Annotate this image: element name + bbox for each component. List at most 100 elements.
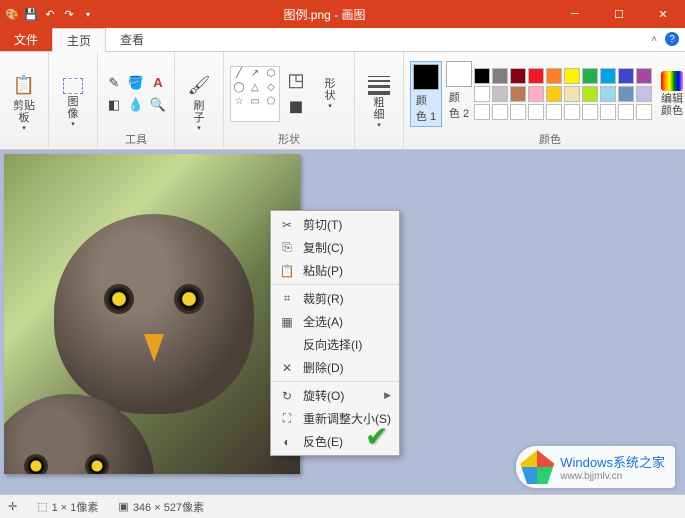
brushes-group: 🖌 刷 子 ▾ bbox=[175, 52, 224, 149]
palette-color[interactable] bbox=[582, 104, 598, 120]
menu-item-label: 删除(D) bbox=[303, 359, 344, 376]
text-icon[interactable]: A bbox=[148, 73, 168, 93]
canvas-size-icon: ▣ bbox=[118, 500, 128, 513]
context-menu-item[interactable]: 反向选择(I) bbox=[271, 333, 399, 356]
menu-item-label: 反向选择(I) bbox=[303, 336, 362, 353]
minimize-ribbon-icon[interactable]: ˄ bbox=[647, 32, 661, 46]
context-menu-item[interactable]: ✂ 剪切(T) bbox=[271, 213, 399, 236]
image-select-button[interactable]: 图 像 ▾ bbox=[55, 76, 91, 130]
undo-icon[interactable]: ↶ bbox=[42, 6, 58, 22]
home-tab[interactable]: 主页 bbox=[52, 28, 106, 52]
picker-icon[interactable]: 💧 bbox=[126, 95, 146, 115]
edit-colors-button[interactable]: 编辑 颜色 bbox=[654, 69, 685, 119]
menu-item-label: 复制(C) bbox=[303, 239, 344, 256]
shapes-gallery[interactable]: ╱↗⬡ ◯△◇ ☆▭⬠ bbox=[230, 66, 280, 122]
context-menu-item[interactable]: ↻ 旋转(O) ▶ bbox=[271, 384, 399, 407]
close-button[interactable]: ✕ bbox=[641, 0, 685, 28]
context-menu-item[interactable]: ⎘ 复制(C) bbox=[271, 236, 399, 259]
ribbon: 📋 剪贴 板 ▾ 图 像 ▾ ✎ 🪣 A ◧ 💧 🔍 工具 bbox=[0, 52, 685, 150]
palette-color[interactable] bbox=[510, 68, 526, 84]
cursor-position: ✛ bbox=[8, 500, 17, 513]
view-tab[interactable]: 查看 bbox=[106, 28, 158, 51]
palette-color[interactable] bbox=[510, 104, 526, 120]
menu-item-icon: ⛶ bbox=[279, 411, 295, 426]
context-menu-item[interactable]: ⌗裁剪(R) bbox=[271, 287, 399, 310]
palette-color[interactable] bbox=[600, 86, 616, 102]
palette-color[interactable] bbox=[582, 68, 598, 84]
canvas[interactable] bbox=[4, 154, 300, 474]
shapes-button[interactable]: 形 状 ▾ bbox=[312, 76, 348, 112]
clipboard-icon: 📋 bbox=[12, 74, 36, 98]
palette-color[interactable] bbox=[618, 68, 634, 84]
menu-item-icon: ◐ bbox=[279, 435, 295, 449]
maximize-button[interactable]: ☐ bbox=[597, 0, 641, 28]
color1-button[interactable]: 颜 色 1 bbox=[410, 61, 442, 127]
image-content bbox=[4, 154, 300, 474]
shapes-dropdown[interactable]: ◳ ◼ bbox=[282, 67, 310, 121]
palette-color[interactable] bbox=[600, 104, 616, 120]
watermark-logo-icon bbox=[520, 450, 554, 484]
palette-color[interactable] bbox=[474, 68, 490, 84]
palette-color[interactable] bbox=[528, 68, 544, 84]
palette-color[interactable] bbox=[492, 86, 508, 102]
palette-color[interactable] bbox=[546, 104, 562, 120]
size-icon bbox=[366, 76, 392, 95]
color2-button[interactable]: 颜 色 2 bbox=[446, 61, 472, 121]
colors-group: 颜 色 1 颜 色 2 编辑 颜色 颜色 bbox=[404, 52, 685, 149]
context-menu-item[interactable]: ✕ 删除(D) bbox=[271, 356, 399, 379]
palette-color[interactable] bbox=[564, 104, 580, 120]
menu-item-icon: ✂ bbox=[279, 218, 295, 232]
paste-button[interactable]: 📋 剪贴 板 ▾ bbox=[6, 72, 42, 134]
palette-color[interactable] bbox=[546, 86, 562, 102]
canvas-size: ▣ 346 × 527像素 bbox=[118, 499, 204, 515]
zoom-icon[interactable]: 🔍 bbox=[148, 95, 168, 115]
fill-icon[interactable]: 🪣 bbox=[126, 73, 146, 93]
palette-color[interactable] bbox=[618, 86, 634, 102]
menu-item-label: 剪切(T) bbox=[303, 216, 342, 233]
menu-item-icon: ↻ bbox=[279, 389, 295, 403]
palette-color[interactable] bbox=[636, 86, 652, 102]
palette-color[interactable] bbox=[492, 104, 508, 120]
palette-color[interactable] bbox=[564, 68, 580, 84]
menu-item-label: 旋转(O) bbox=[303, 387, 344, 404]
palette-color[interactable] bbox=[636, 68, 652, 84]
menu-item-icon: ⌗ bbox=[279, 291, 295, 306]
brushes-button[interactable]: 🖌 刷 子 ▾ bbox=[181, 72, 217, 134]
ribbon-tabs: 文件 主页 查看 ˄ ? bbox=[0, 28, 685, 52]
color1-swatch bbox=[413, 64, 439, 90]
palette-color[interactable] bbox=[474, 86, 490, 102]
context-menu-item[interactable]: ▦全选(A) bbox=[271, 310, 399, 333]
selection-icon: ⬚ bbox=[37, 500, 47, 513]
menu-item-icon: ⎘ bbox=[279, 240, 295, 255]
context-menu-item[interactable]: 📋粘贴(P) bbox=[271, 259, 399, 282]
menu-item-label: 全选(A) bbox=[303, 313, 343, 330]
select-icon bbox=[63, 78, 83, 94]
palette-color[interactable] bbox=[600, 68, 616, 84]
titlebar: 🎨 💾 ↶ ↷ ▾ 图例.png - 画图 ─ ☐ ✕ bbox=[0, 0, 685, 28]
help-icon[interactable]: ? bbox=[665, 32, 679, 46]
palette-color[interactable] bbox=[474, 104, 490, 120]
eraser-icon[interactable]: ◧ bbox=[104, 95, 124, 115]
palette-color[interactable] bbox=[528, 86, 544, 102]
redo-icon[interactable]: ↷ bbox=[61, 6, 77, 22]
palette-color[interactable] bbox=[546, 68, 562, 84]
minimize-button[interactable]: ─ bbox=[553, 0, 597, 28]
selection-size: ⬚ 1 × 1像素 bbox=[37, 499, 98, 515]
pencil-icon[interactable]: ✎ bbox=[104, 73, 124, 93]
size-button[interactable]: 粗 细 ▾ bbox=[361, 74, 397, 131]
menu-item-icon: ✕ bbox=[279, 361, 295, 375]
palette-color[interactable] bbox=[492, 68, 508, 84]
save-icon[interactable]: 💾 bbox=[23, 6, 39, 22]
submenu-arrow-icon: ▶ bbox=[384, 390, 391, 401]
palette-color[interactable] bbox=[582, 86, 598, 102]
shapes-group: ╱↗⬡ ◯△◇ ☆▭⬠ ◳ ◼ 形 状 ▾ 形状 bbox=[224, 52, 355, 149]
palette-color[interactable] bbox=[618, 104, 634, 120]
file-tab[interactable]: 文件 bbox=[0, 28, 52, 51]
color-palette[interactable] bbox=[474, 68, 652, 120]
palette-color[interactable] bbox=[636, 104, 652, 120]
size-group: 粗 细 ▾ bbox=[355, 52, 404, 149]
qat-dropdown-icon[interactable]: ▾ bbox=[80, 6, 96, 22]
palette-color[interactable] bbox=[528, 104, 544, 120]
palette-color[interactable] bbox=[564, 86, 580, 102]
palette-color[interactable] bbox=[510, 86, 526, 102]
